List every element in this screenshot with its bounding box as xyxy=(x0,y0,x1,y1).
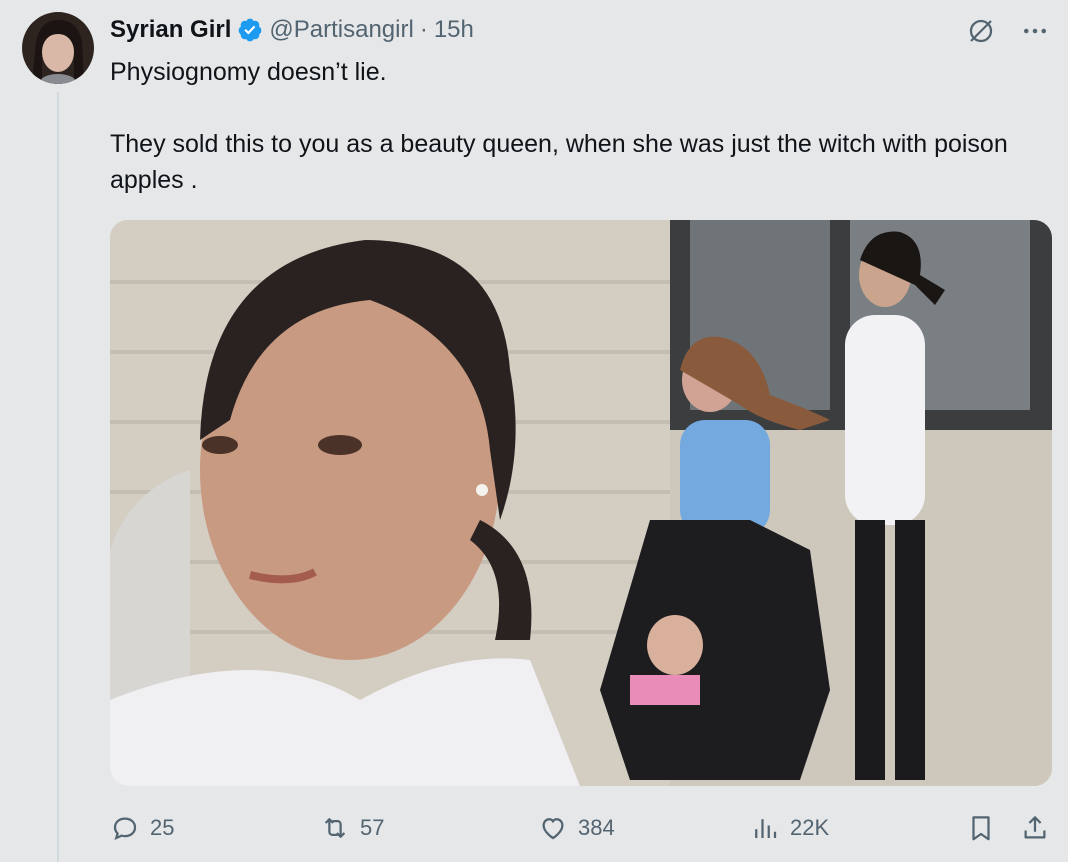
thread-line xyxy=(57,92,59,862)
like-icon xyxy=(542,818,564,840)
tweet-text-line-2: They sold this to you as a beauty queen,… xyxy=(110,130,1008,194)
tweet-header: Syrian Girl @Partisangirl · 15h xyxy=(110,14,474,46)
like-count: 384 xyxy=(578,815,615,840)
retweet-button[interactable]: 57 xyxy=(320,808,384,848)
author-handle[interactable]: @Partisangirl xyxy=(269,16,413,44)
verified-badge-icon xyxy=(237,17,263,43)
like-button[interactable]: 384 xyxy=(538,808,615,848)
tweet-photo[interactable] xyxy=(110,220,1052,786)
tweet-actions: 25 57 384 22K xyxy=(110,808,1060,848)
avatar[interactable] xyxy=(22,12,94,84)
views-button[interactable]: 22K xyxy=(750,808,829,848)
separator-dot: · xyxy=(419,16,428,43)
share-button[interactable] xyxy=(1020,808,1050,848)
grok-icon[interactable] xyxy=(964,14,998,48)
tweet-top-actions xyxy=(964,14,1052,48)
more-icon[interactable] xyxy=(1018,14,1052,48)
retweet-count: 57 xyxy=(360,815,385,840)
view-count: 22K xyxy=(790,815,830,840)
reply-icon xyxy=(113,817,137,840)
timestamp[interactable]: 15h xyxy=(434,16,474,44)
share-icon xyxy=(1024,816,1046,839)
tweet-text: Physiognomy doesn’t lie. They sold this … xyxy=(110,54,1040,198)
views-icon xyxy=(755,819,777,838)
retweet-icon xyxy=(324,818,346,838)
photo-illustration xyxy=(110,220,1052,786)
tweet-text-line-1: Physiognomy doesn’t lie. xyxy=(110,58,387,86)
bookmark-button[interactable] xyxy=(966,808,996,848)
author-name[interactable]: Syrian Girl xyxy=(110,16,231,44)
bookmark-icon xyxy=(972,816,990,841)
reply-button[interactable]: 25 xyxy=(110,808,174,848)
reply-count: 25 xyxy=(150,815,175,840)
